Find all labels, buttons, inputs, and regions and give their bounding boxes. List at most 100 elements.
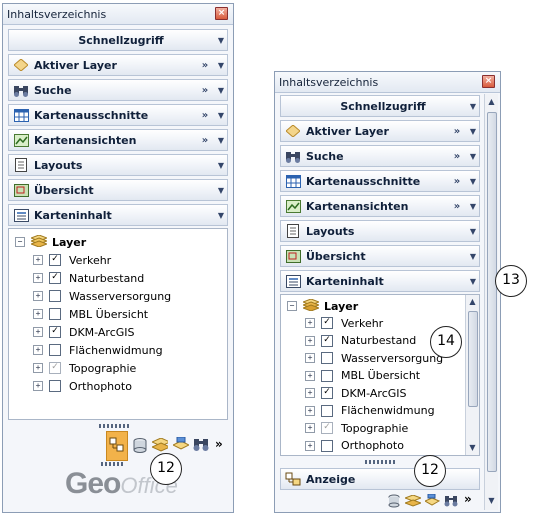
- expand-icon[interactable]: +: [33, 363, 43, 373]
- scroll-down-icon[interactable]: ▼: [466, 443, 479, 452]
- layer-checkbox[interactable]: [49, 308, 61, 320]
- collapse-icon[interactable]: −: [287, 301, 297, 311]
- database-icon[interactable]: [133, 438, 149, 454]
- section-aktiver-layer[interactable]: Aktiver Layer » ▼: [280, 120, 480, 142]
- dropdown-icon[interactable]: ▼: [467, 102, 479, 111]
- scroll-down-icon[interactable]: ▼: [485, 496, 498, 505]
- splitter-handle[interactable]: [99, 424, 131, 428]
- binoculars-icon[interactable]: [193, 438, 209, 454]
- section-kartenansichten[interactable]: Kartenansichten » ▼: [8, 129, 228, 151]
- export-layer-icon[interactable]: [425, 494, 441, 510]
- layer-row[interactable]: + ✓ Naturbestand: [33, 269, 144, 287]
- dropdown-icon[interactable]: ▼: [215, 186, 227, 195]
- expand-icon[interactable]: +: [33, 327, 43, 337]
- dropdown-icon[interactable]: ▼: [467, 277, 479, 286]
- more-icon[interactable]: »: [447, 151, 467, 162]
- expand-icon[interactable]: +: [33, 273, 43, 283]
- section-schnellzugriff[interactable]: Schnellzugriff ▼: [280, 95, 480, 117]
- layer-checkbox[interactable]: ✓: [321, 334, 333, 347]
- layer-row[interactable]: + MBL Übersicht: [305, 367, 420, 385]
- close-button[interactable]: ×: [482, 75, 495, 88]
- tree-group-layer[interactable]: − Layer: [15, 233, 86, 251]
- layer-row[interactable]: + ✓ DKM-ArcGIS: [305, 384, 407, 402]
- expand-icon[interactable]: +: [33, 345, 43, 355]
- panel-scrollbar[interactable]: ▲ ▼: [484, 94, 498, 510]
- expand-icon[interactable]: +: [33, 381, 43, 391]
- more-icon[interactable]: »: [447, 201, 467, 212]
- dropdown-icon[interactable]: ▼: [467, 177, 479, 186]
- tree-group-layer[interactable]: − Layer: [287, 297, 358, 315]
- layer-row[interactable]: + Wasserversorgung: [305, 349, 443, 367]
- section-karteninhalt[interactable]: Karteninhalt ▼: [8, 204, 228, 226]
- layer-checkbox[interactable]: ✓: [321, 422, 333, 434]
- layer-row[interactable]: + Flächenwidmung: [33, 341, 163, 359]
- layer-row[interactable]: + ✓ DKM-ArcGIS: [33, 323, 135, 341]
- dropdown-icon[interactable]: ▼: [215, 61, 227, 70]
- section-uebersicht[interactable]: Übersicht ▼: [280, 245, 480, 267]
- layer-properties-icon[interactable]: [109, 437, 125, 453]
- expand-icon[interactable]: +: [33, 291, 43, 301]
- dropdown-icon[interactable]: ▼: [215, 86, 227, 95]
- export-layer-icon[interactable]: [173, 437, 189, 453]
- layer-row[interactable]: + Orthophoto: [33, 377, 132, 395]
- more-icon[interactable]: »: [195, 85, 215, 96]
- dropdown-icon[interactable]: ▼: [467, 127, 479, 136]
- section-anzeige[interactable]: Anzeige: [280, 468, 480, 490]
- binoculars-icon[interactable]: [444, 495, 460, 511]
- tree-scrollbar[interactable]: ▲ ▼: [465, 295, 479, 455]
- layer-row[interactable]: + Orthophoto: [305, 437, 404, 455]
- layers-stack-icon[interactable]: [405, 495, 421, 511]
- layer-row[interactable]: + ✓ Verkehr: [305, 314, 383, 332]
- layer-row[interactable]: + ✓ Topographie: [305, 419, 408, 437]
- more-icon[interactable]: »: [447, 126, 467, 137]
- layer-row[interactable]: + Wasserversorgung: [33, 287, 171, 305]
- more-icon[interactable]: »: [195, 60, 215, 71]
- layer-checkbox[interactable]: [49, 344, 61, 356]
- collapse-icon[interactable]: −: [15, 237, 25, 247]
- layer-checkbox[interactable]: [49, 290, 61, 302]
- overflow-icon[interactable]: »: [215, 437, 223, 451]
- layers-stack-icon[interactable]: [152, 438, 168, 454]
- expand-icon[interactable]: +: [305, 370, 315, 381]
- layer-row[interactable]: + ✓ Naturbestand: [305, 332, 416, 350]
- dropdown-icon[interactable]: ▼: [215, 161, 227, 170]
- layer-checkbox[interactable]: ✓: [49, 272, 61, 284]
- expand-icon[interactable]: +: [305, 388, 315, 398]
- layer-row[interactable]: + Flächenwidmung: [305, 402, 435, 420]
- splitter-handle[interactable]: [101, 462, 123, 466]
- layer-checkbox[interactable]: [321, 439, 333, 452]
- section-aktiver-layer[interactable]: Aktiver Layer » ▼: [8, 54, 228, 76]
- section-layouts[interactable]: Layouts ▼: [280, 220, 480, 242]
- dropdown-icon[interactable]: ▼: [467, 202, 479, 211]
- layer-checkbox[interactable]: ✓: [321, 317, 333, 329]
- layer-checkbox[interactable]: [321, 404, 333, 417]
- scroll-thumb[interactable]: [468, 311, 478, 407]
- dropdown-icon[interactable]: ▼: [215, 211, 227, 220]
- layer-checkbox[interactable]: [321, 369, 333, 382]
- layer-checkbox[interactable]: [321, 352, 333, 364]
- section-schnellzugriff[interactable]: Schnellzugriff ▼: [8, 29, 228, 51]
- layer-checkbox[interactable]: ✓: [49, 326, 61, 338]
- expand-icon[interactable]: +: [33, 255, 43, 265]
- layer-row[interactable]: + MBL Übersicht: [33, 305, 148, 323]
- expand-icon[interactable]: +: [305, 335, 315, 346]
- section-suche[interactable]: Suche » ▼: [8, 79, 228, 101]
- expand-icon[interactable]: +: [33, 309, 43, 319]
- close-button[interactable]: ×: [215, 7, 228, 20]
- splitter-handle[interactable]: [365, 460, 397, 464]
- expand-icon[interactable]: +: [305, 353, 315, 363]
- section-suche[interactable]: Suche » ▼: [280, 145, 480, 167]
- dropdown-icon[interactable]: ▼: [467, 227, 479, 236]
- dropdown-icon[interactable]: ▼: [467, 152, 479, 161]
- section-kartenausschnitte[interactable]: Kartenausschnitte » ▼: [8, 104, 228, 126]
- more-icon[interactable]: »: [195, 135, 215, 146]
- expand-icon[interactable]: +: [305, 423, 315, 433]
- more-icon[interactable]: »: [447, 176, 467, 187]
- expand-icon[interactable]: +: [305, 318, 315, 328]
- scroll-up-icon[interactable]: ▲: [485, 97, 498, 106]
- layer-checkbox[interactable]: ✓: [321, 387, 333, 399]
- scroll-up-icon[interactable]: ▲: [466, 297, 479, 306]
- layer-checkbox[interactable]: ✓: [49, 254, 61, 266]
- layer-checkbox[interactable]: [49, 380, 61, 392]
- expand-icon[interactable]: +: [305, 405, 315, 416]
